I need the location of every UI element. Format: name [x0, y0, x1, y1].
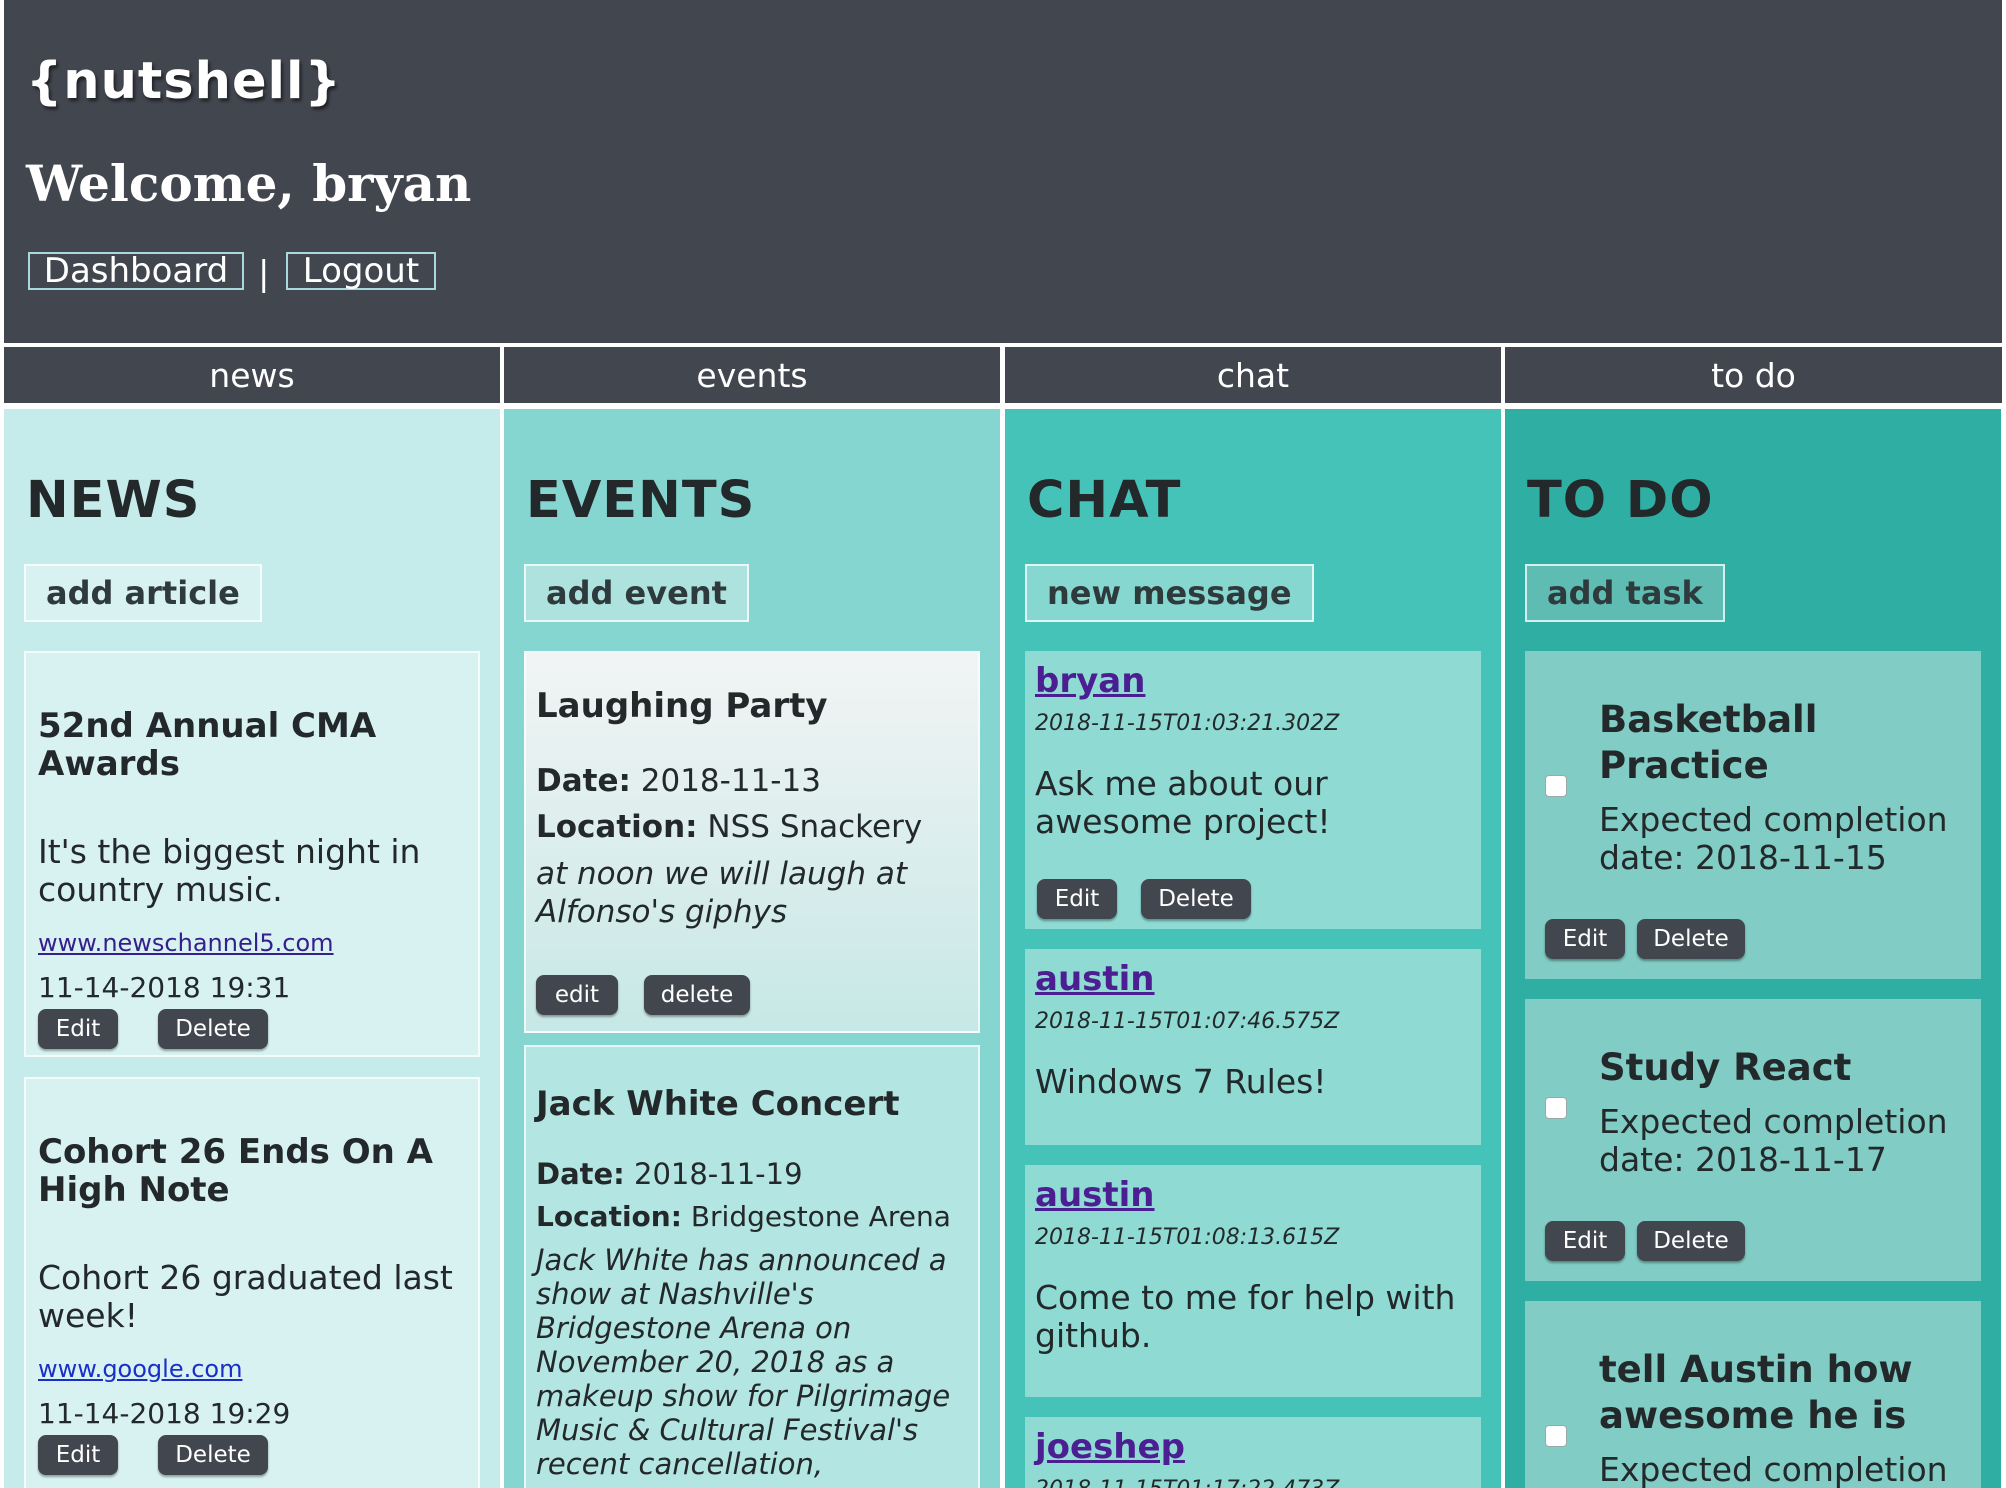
nav-separator: |	[258, 254, 270, 294]
event-date-label: Date:	[536, 763, 631, 799]
add-article-button[interactable]: add article	[24, 564, 262, 622]
todo-task-card: tell Austin how awesome he is Expected c…	[1525, 1301, 1981, 1488]
message-author-link[interactable]: joeshep	[1035, 1427, 1185, 1467]
message-text: Come to me for help with github.	[1035, 1278, 1456, 1355]
task-expected-date: Expected completion date: 2018-11-17	[1599, 1103, 1979, 1179]
chat-message-card: austin 2018-11-15T01:08:13.615Z Come to …	[1025, 1165, 1481, 1397]
todo-heading: TO DO	[1527, 471, 1714, 530]
article-summary: It's the biggest night in country music.	[38, 832, 421, 909]
message-timestamp: 2018-11-15T01:07:46.575Z	[1035, 1009, 1340, 1034]
event-location-label: Location:	[536, 809, 698, 845]
section-tabs: news events chat to do	[0, 343, 2006, 408]
edit-message-button[interactable]: Edit	[1037, 879, 1117, 919]
event-card: Laughing Party Date: 2018-11-13 Location…	[524, 651, 980, 1033]
message-text: Ask me about our awesome project!	[1035, 764, 1331, 841]
edit-task-button[interactable]: Edit	[1545, 919, 1625, 959]
article-timestamp: 11-14-2018 19:29	[38, 1397, 291, 1430]
task-expected-value: 2018-11-15	[1695, 838, 1887, 877]
task-complete-checkbox[interactable]	[1545, 1097, 1567, 1119]
chat-message-card: bryan 2018-11-15T01:03:21.302Z Ask me ab…	[1025, 651, 1481, 929]
delete-article-button[interactable]: Delete	[158, 1435, 268, 1475]
delete-message-button[interactable]: Delete	[1141, 879, 1251, 919]
message-timestamp: 2018-11-15T01:03:21.302Z	[1035, 711, 1340, 736]
tab-news[interactable]: news	[4, 347, 500, 403]
event-description: Jack White has announced a show at Nashv…	[536, 1243, 951, 1481]
edit-task-button[interactable]: Edit	[1545, 1221, 1625, 1261]
article-title: Cohort 26 Ends On A High Note	[38, 1132, 433, 1210]
task-title: tell Austin how awesome he is	[1599, 1348, 1913, 1437]
event-location: Location: NSS Snackery	[536, 809, 922, 845]
article-summary: Cohort 26 graduated last week!	[38, 1258, 453, 1335]
message-timestamp: 2018-11-15T01:08:13.615Z	[1035, 1225, 1340, 1250]
event-location: Location: Bridgestone Arena	[536, 1200, 951, 1233]
event-location-value: Bridgestone Arena	[690, 1200, 951, 1233]
message-timestamp: 2018-11-15T01:17:22.473Z	[1035, 1477, 1339, 1488]
event-title: Jack White Concert	[536, 1084, 900, 1124]
chat-message-card: joeshep 2018-11-15T01:17:22.473Z	[1025, 1417, 1481, 1488]
event-location-label: Location:	[536, 1200, 682, 1233]
events-column: EVENTS add event Laughing Party Date: 20…	[504, 409, 1000, 1488]
delete-event-button[interactable]: delete	[644, 975, 750, 1015]
event-location-value: NSS Snackery	[707, 809, 923, 845]
event-date: Date: 2018-11-19	[536, 1157, 803, 1191]
news-article-card: Cohort 26 Ends On A High Note Cohort 26 …	[24, 1077, 480, 1488]
news-article-card: 52nd Annual CMA Awards It's the biggest …	[24, 651, 480, 1057]
event-description: at noon we will laugh at Alfonso's giphy…	[536, 856, 908, 930]
edit-event-button[interactable]: edit	[536, 975, 618, 1015]
add-event-button[interactable]: add event	[524, 564, 749, 622]
edit-article-button[interactable]: Edit	[38, 1435, 118, 1475]
task-expected-value: 2018-11-17	[1695, 1140, 1887, 1179]
task-expected-label: Expected completion date:	[1599, 1450, 1948, 1488]
message-text: Windows 7 Rules!	[1035, 1062, 1327, 1101]
article-link[interactable]: www.newschannel5.com	[38, 929, 334, 957]
task-title: Study React	[1599, 1046, 1852, 1089]
event-title: Laughing Party	[536, 686, 828, 726]
task-expected-date: Expected completion date:	[1599, 1451, 1979, 1488]
event-card: Jack White Concert Date: 2018-11-19 Loca…	[524, 1045, 980, 1488]
dashboard-button[interactable]: Dashboard	[28, 251, 244, 291]
event-date-label: Date:	[536, 1157, 625, 1191]
message-author-link[interactable]: austin	[1035, 959, 1155, 999]
add-task-button[interactable]: add task	[1525, 564, 1725, 622]
event-date: Date: 2018-11-13	[536, 763, 821, 799]
tab-chat[interactable]: chat	[1005, 347, 1501, 403]
delete-task-button[interactable]: Delete	[1637, 919, 1745, 959]
event-date-value: 2018-11-13	[640, 763, 821, 799]
edit-article-button[interactable]: Edit	[38, 1009, 118, 1049]
event-date-value: 2018-11-19	[634, 1157, 803, 1191]
chat-message-card: austin 2018-11-15T01:07:46.575Z Windows …	[1025, 949, 1481, 1145]
message-author-link[interactable]: bryan	[1035, 661, 1145, 701]
news-heading: NEWS	[26, 471, 201, 530]
task-complete-checkbox[interactable]	[1545, 1425, 1567, 1447]
article-link[interactable]: www.google.com	[38, 1355, 242, 1383]
todo-task-card: Study React Expected completion date: 20…	[1525, 999, 1981, 1281]
task-complete-checkbox[interactable]	[1545, 775, 1567, 797]
news-column: NEWS add article 52nd Annual CMA Awards …	[4, 409, 500, 1488]
events-heading: EVENTS	[526, 471, 756, 530]
task-expected-date: Expected completion date: 2018-11-15	[1599, 801, 1979, 877]
task-title: Basketball Practice	[1599, 698, 1818, 787]
logout-button[interactable]: Logout	[286, 251, 436, 291]
todo-task-card: Basketball Practice Expected completion …	[1525, 651, 1981, 979]
welcome-message: Welcome, bryan	[26, 154, 472, 213]
article-timestamp: 11-14-2018 19:31	[38, 971, 291, 1004]
app-logo: {nutshell}	[26, 52, 342, 111]
article-title: 52nd Annual CMA Awards	[38, 706, 377, 784]
message-author-link[interactable]: austin	[1035, 1175, 1155, 1215]
delete-article-button[interactable]: Delete	[158, 1009, 268, 1049]
tab-todo[interactable]: to do	[1505, 347, 2002, 403]
new-message-button[interactable]: new message	[1025, 564, 1314, 622]
chat-column: CHAT new message bryan 2018-11-15T01:03:…	[1005, 409, 1501, 1488]
app-header: {nutshell} Welcome, bryan Dashboard | Lo…	[4, 0, 2002, 343]
chat-heading: CHAT	[1027, 471, 1182, 530]
delete-task-button[interactable]: Delete	[1637, 1221, 1745, 1261]
tab-events[interactable]: events	[504, 347, 1000, 403]
todo-column: TO DO add task Basketball Practice Expec…	[1505, 409, 2001, 1488]
